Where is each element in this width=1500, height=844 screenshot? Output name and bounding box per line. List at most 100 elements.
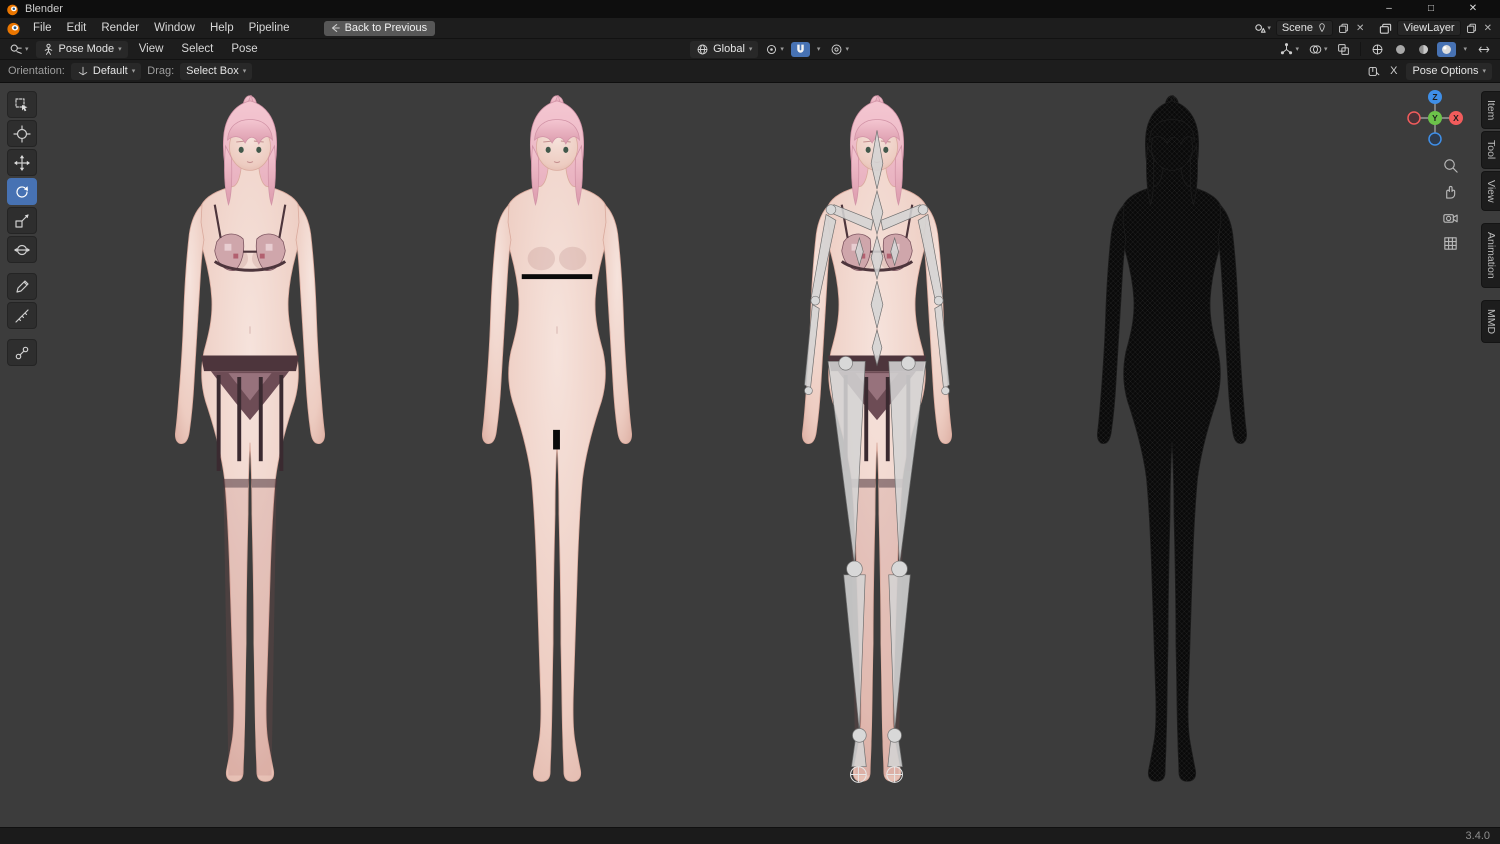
viewlayer-name-field[interactable]: ViewLayer [1397, 20, 1461, 36]
tab-view[interactable]: View [1481, 170, 1500, 212]
shading-solid-icon [1396, 44, 1406, 54]
magnifier-icon [1443, 158, 1458, 173]
transform-orientation-dropdown[interactable]: Global ▾ [690, 40, 759, 58]
menu-view[interactable]: View [132, 41, 171, 57]
menu-edit[interactable]: Edit [60, 20, 94, 36]
maximize-button[interactable]: □ [1410, 0, 1452, 18]
tab-mmd[interactable]: MMD [1481, 299, 1500, 344]
tool-cursor-3d[interactable] [7, 120, 37, 147]
menu-window[interactable]: Window [147, 20, 202, 36]
zoom-button[interactable] [1440, 155, 1460, 175]
duplicate-icon [1339, 23, 1348, 33]
scene-browse-icon [1255, 23, 1267, 33]
shading-material-button[interactable] [1414, 42, 1433, 57]
scene-viewlayer-controls: ▾ Scene ✕ ViewLayer ✕ [1252, 20, 1494, 36]
tab-separator [1481, 290, 1500, 298]
grid-icon [1443, 236, 1457, 250]
back-to-previous-button[interactable]: Back to Previous [323, 20, 436, 36]
shading-material-icon [1419, 44, 1429, 54]
pin-icon[interactable] [1317, 23, 1327, 33]
gizmo-z-label: Z [1432, 92, 1437, 102]
drag-dropdown[interactable]: Select Box ▾ [180, 62, 253, 80]
orientation-dropdown[interactable]: Default ▾ [70, 62, 142, 80]
editor-type-selector[interactable]: ▾ [6, 41, 32, 57]
menu-file[interactable]: File [26, 20, 59, 36]
minimize-button[interactable]: – [1368, 0, 1410, 18]
hand-icon [1445, 185, 1455, 199]
viewport-3d[interactable]: Z X Y Item Tool View Animation MMD [0, 83, 1500, 827]
shading-wireframe-button[interactable] [1368, 42, 1387, 57]
snap-toggle[interactable] [790, 41, 810, 57]
pan-button[interactable] [1440, 181, 1460, 201]
new-viewlayer-button[interactable] [1464, 23, 1479, 34]
shading-solid-button[interactable] [1391, 42, 1410, 57]
viewlayer-icon [1380, 23, 1392, 34]
drag-label: Drag: [147, 65, 175, 77]
tool-measure[interactable] [7, 302, 37, 329]
shading-rendered-icon [1442, 44, 1452, 54]
proportional-editing-toggle[interactable]: ▾ [827, 42, 852, 57]
navigation-gizmo[interactable]: Z X Y [1406, 89, 1464, 147]
menu-render[interactable]: Render [94, 20, 146, 36]
keymap-x-label[interactable]: X [1387, 65, 1400, 77]
viewport-nav-buttons [1440, 155, 1460, 253]
scene-name-field[interactable]: Scene [1275, 20, 1334, 36]
tab-animation[interactable]: Animation [1481, 223, 1500, 288]
tab-item[interactable]: Item [1481, 91, 1500, 130]
menu-pipeline[interactable]: Pipeline [242, 20, 297, 36]
titlebar: Blender – □ ✕ [0, 0, 1500, 18]
statusbar: 3.4.0 [0, 827, 1500, 844]
show-overlays-dropdown[interactable]: ▾ [1306, 42, 1331, 57]
gizmo-axis-neg-z[interactable] [1428, 132, 1442, 146]
menu-select[interactable]: Select [174, 41, 220, 57]
tool-move[interactable] [7, 149, 37, 176]
snap-settings-dropdown[interactable]: ▾ [814, 44, 824, 54]
axis-icon [78, 66, 88, 76]
gizmo-axis-neg-x[interactable] [1407, 111, 1421, 125]
close-button[interactable]: ✕ [1452, 0, 1494, 18]
unlink-scene-button[interactable]: ✕ [1354, 23, 1366, 34]
viewlayer-icon-button[interactable] [1377, 22, 1394, 35]
tool-pose-breakdowner[interactable] [7, 339, 37, 366]
magnet-icon [797, 44, 804, 53]
model-armature-pose[interactable] [767, 95, 987, 800]
shading-wireframe-icon [1373, 44, 1383, 54]
shading-rendered-button[interactable] [1437, 41, 1457, 57]
overlays-icon [1309, 44, 1322, 54]
toolbar-separator [7, 265, 37, 271]
tool-tweak-select[interactable] [7, 91, 37, 118]
tool-settings-bar: Orientation: Default ▾ Drag: Select Box ▾ … [0, 60, 1500, 83]
tab-tool[interactable]: Tool [1481, 131, 1500, 169]
show-gizmo-dropdown[interactable]: ▾ [1277, 42, 1302, 57]
tool-rotate[interactable] [7, 178, 37, 205]
keymap-icon[interactable] [1367, 65, 1381, 78]
pivot-point-dropdown[interactable]: ▾ [762, 42, 787, 57]
shading-dropdown[interactable]: ▾ [1460, 44, 1470, 54]
viewport-display-controls: ▾ ▾ ▾ [1277, 41, 1494, 57]
editor-resize-arrows[interactable] [1474, 42, 1494, 57]
mode-dropdown[interactable]: Pose Mode ▾ [35, 40, 128, 58]
tool-settings-right: X Pose Options ▾ [1367, 62, 1492, 80]
menu-help[interactable]: Help [203, 20, 241, 36]
editor-3d-viewport-icon [10, 44, 22, 54]
browse-scene-button[interactable]: ▾ [1252, 22, 1273, 35]
pose-options-dropdown[interactable]: Pose Options ▾ [1406, 62, 1492, 80]
remove-viewlayer-button[interactable]: ✕ [1482, 23, 1494, 34]
tool-transform[interactable] [7, 236, 37, 263]
tool-scale[interactable] [7, 207, 37, 234]
model-textured[interactable] [140, 95, 360, 800]
menu-pose[interactable]: Pose [224, 41, 264, 57]
xray-toggle[interactable] [1334, 42, 1353, 57]
camera-view-button[interactable] [1440, 207, 1460, 227]
tool-annotate[interactable] [7, 273, 37, 300]
gizmo-y-label: Y [1432, 113, 1438, 123]
toggle-perspective-button[interactable] [1440, 233, 1460, 253]
app-menu-blender-icon[interactable] [6, 21, 21, 36]
model-base-body[interactable] [447, 95, 667, 800]
menubar: File Edit Render Window Help Pipeline Ba… [0, 18, 1500, 39]
new-scene-button[interactable] [1336, 23, 1351, 34]
model-wireframe[interactable] [1062, 95, 1282, 800]
divider [1360, 42, 1362, 56]
camera-icon [1442, 213, 1458, 223]
back-arrow-icon [331, 23, 340, 32]
